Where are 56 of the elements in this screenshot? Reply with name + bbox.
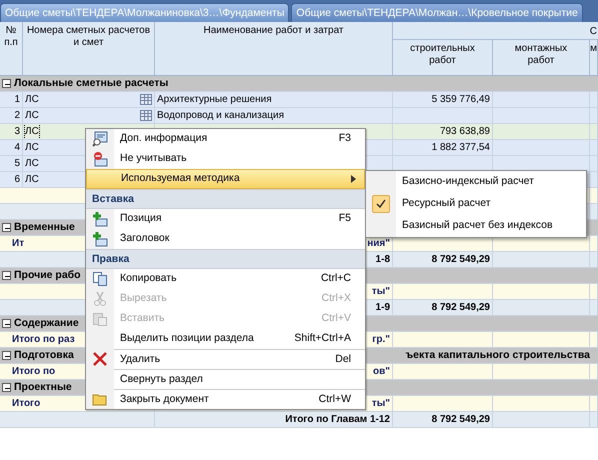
total-label: ты" [372,398,390,409]
shortcut-label: Ctrl+X [322,291,352,306]
table-cell-text: ЛС [25,109,39,123]
total-label: ты" [372,286,390,297]
menu-section-header: Вставка [86,189,365,209]
shortcut-label: Ctrl+V [322,311,352,326]
table-cell: 5 359 776,49 [432,94,490,105]
shortcut-label: Shift+Ctrl+A [294,331,352,346]
section-title: Содержание [14,316,79,331]
shortcut-label: Ctrl+W [318,392,352,407]
table-cell: ЛС [25,124,39,139]
table-cell-text: ЛС [25,157,39,171]
section-title: Подготовка [14,348,74,363]
table-cell-text: ЛС [25,93,39,107]
table-cell: 793 638,89 [440,126,490,137]
subtotal-label: Итого по Главам 1-12 [285,414,390,425]
subtotal-label: 1-8 [376,254,390,265]
row-number: 3 [14,126,20,137]
section-title: Временные [14,220,75,235]
menu-section-header: Правка [86,249,365,269]
row-number: 6 [14,174,20,185]
section-title: Проектные [14,380,72,395]
total-label: Ит [12,238,24,249]
total-label: ния" [367,238,390,249]
column-header: монтажных работ [514,43,568,66]
row-number: 1 [14,94,20,105]
table-cell-text: ЛС [25,141,39,155]
shortcut-label: Ctrl+C [320,271,352,286]
total-label: ов" [373,366,390,377]
column-header: Наименование работ и затрат [203,25,344,36]
subtotal-value: 8 792 549,29 [432,414,490,425]
subtotal-label: 1-9 [376,302,390,313]
row-number: 5 [14,158,20,169]
shortcut-label: F5 [338,211,352,226]
table-cell: Архитектурные решения [157,94,272,105]
column-header: Номера сметных расчетов и смет [26,25,150,48]
column-group-header: С [590,26,597,37]
row-number: 2 [14,110,20,121]
shortcut-label: F3 [338,131,352,146]
total-label: гр." [372,334,390,345]
row-number: 4 [14,142,20,153]
section-title: Локальные сметные расчеты [14,76,168,91]
column-header: № п.п [4,25,18,48]
subtotal-value: 8 792 549,29 [432,302,490,313]
subtotal-value: 8 792 549,29 [432,254,490,265]
section-title: Прочие рабо [14,268,81,283]
column-header: м [590,43,597,54]
total-label: Итого по [12,366,56,377]
table-cell: 1 882 377,54 [432,142,490,153]
total-label: Итого [12,398,40,409]
column-header: строительных работ [410,43,475,66]
total-label: Итого по раз [12,334,75,345]
section-title: ъекта капитального строительства [406,348,590,363]
table-cell: Водопровод и канализация [157,110,284,121]
shortcut-label: Del [335,352,352,367]
table-cell-text: ЛС [25,173,39,187]
